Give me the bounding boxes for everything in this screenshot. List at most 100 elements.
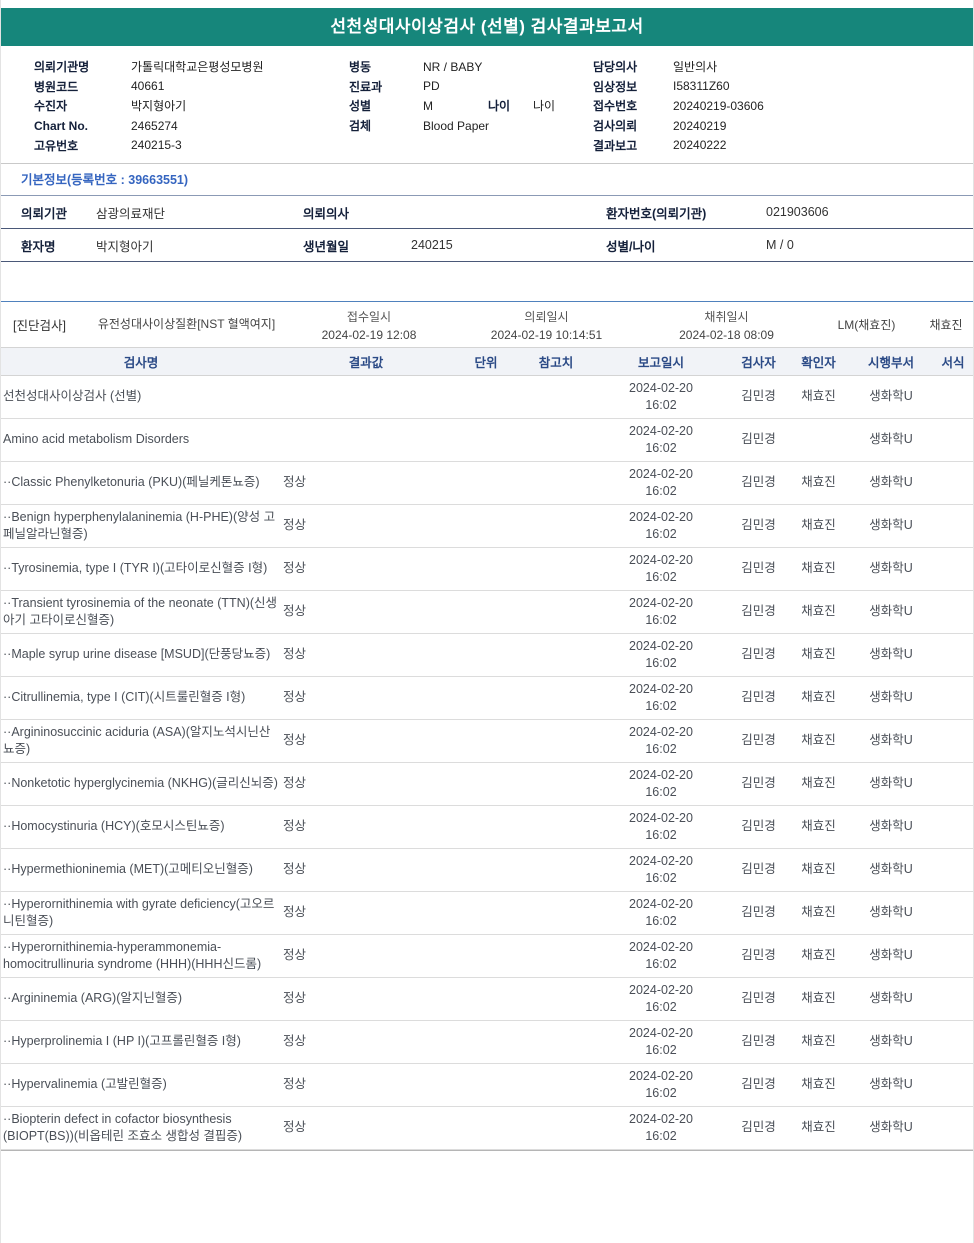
column-header-confirmer: 확인자 [786, 347, 851, 376]
unit-value [451, 977, 521, 1021]
table-row: ··Argininemia (ARG)(알지닌혈증) 정상 2024-02-20… [1, 977, 973, 1021]
unit-value [451, 418, 521, 462]
tester-name: 김민경 [731, 375, 786, 419]
form-cell [931, 547, 973, 591]
department-name: 생화학U [851, 633, 931, 677]
field-label: 임상정보 [593, 79, 638, 94]
field-value: 삼광의료재단 [96, 206, 166, 221]
test-name: ··Benign hyperphenylalaninemia (H-PHE)(양… [1, 504, 281, 548]
reference-value [521, 1063, 591, 1107]
department-name: 생화학U [851, 977, 931, 1021]
department-name: 생화학U [851, 504, 931, 548]
field-value: 일반의사 [673, 60, 718, 75]
tester-name: 김민경 [731, 762, 786, 806]
column-header-result: 결과값 [281, 347, 451, 376]
department-name: 생화학U [851, 1106, 931, 1150]
confirmer-name: 채효진 [786, 1106, 851, 1150]
results-table: 검사명 결과값 단위 참고치 보고일시 검사자 확인자 시행부서 서식 선천성대… [1, 347, 973, 1150]
tester-name: 김민경 [731, 719, 786, 763]
report-datetime-text: 2024-02-20 16:02 [629, 767, 693, 800]
reference-value [521, 977, 591, 1021]
confirmer-name: 채효진 [786, 590, 851, 634]
table-row: ··Benign hyperphenylalaninemia (H-PHE)(양… [1, 504, 973, 548]
department-name: 생화학U [851, 676, 931, 720]
patient-info-column-1: 의뢰기관명 가톨릭대학교은평성모병원 병원코드 40661 수진자 박지형아기 Cha… [34, 57, 263, 155]
reference-value [521, 1106, 591, 1150]
column-header-tester: 검사자 [731, 347, 786, 376]
tester-name: 김민경 [731, 891, 786, 935]
confirmer-name: 채효진 [786, 547, 851, 591]
confirmer-name: 채효진 [786, 848, 851, 892]
table-row: ··Hypervalinemia (고발린혈증) 정상 2024-02-20 1… [1, 1063, 973, 1107]
test-name: ··Classic Phenylketonuria (PKU)(페닐케톤뇨증) [1, 461, 281, 505]
field-value: 40661 [131, 79, 165, 94]
field-value: 박지형아기 [131, 99, 187, 114]
reference-value [521, 504, 591, 548]
department-name: 생화학U [851, 762, 931, 806]
report-datetime: 2024-02-20 16:02 [591, 1063, 731, 1107]
department-name: 생화학U [851, 848, 931, 892]
confirmer-name: 채효진 [786, 504, 851, 548]
table-row: ··Nonketotic hyperglycinemia (NKHG)(글리신뇌… [1, 762, 973, 806]
column-header-unit: 단위 [451, 347, 521, 376]
report-datetime-text: 2024-02-20 16:02 [629, 509, 693, 542]
result-value: 정상 [281, 762, 451, 806]
tester-name: 김민경 [731, 676, 786, 720]
report-datetime: 2024-02-20 16:02 [591, 590, 731, 634]
test-name: ··Hypervalinemia (고발린혈증) [1, 1063, 281, 1107]
form-cell [931, 848, 973, 892]
reference-value [521, 590, 591, 634]
report-datetime: 2024-02-20 16:02 [591, 762, 731, 806]
department-name: 생화학U [851, 891, 931, 935]
report-datetime: 2024-02-20 16:02 [591, 848, 731, 892]
department-name: 생화학U [851, 418, 931, 462]
report-datetime: 2024-02-20 16:02 [591, 805, 731, 849]
confirmer-name: 채효진 [786, 805, 851, 849]
patient-info-column-3: 담당의사 일반의사 임상정보 I58311Z60 접수번호 20240219-0360… [593, 57, 764, 155]
table-row: ··Homocystinuria (HCY)(호모시스틴뇨증) 정상 2024-… [1, 805, 973, 849]
collected-label: 채취일시 [704, 309, 749, 324]
report-datetime-text: 2024-02-20 16:02 [629, 939, 693, 972]
reference-value [521, 848, 591, 892]
results-body: 선천성대사이상검사 (선별) 2024-02-20 16:02 김민경 채효진 … [1, 375, 973, 1150]
report-datetime-text: 2024-02-20 16:02 [629, 982, 693, 1015]
basic-info-row: 환자명 박지형아기 생년월일 240215 성별/나이 M / 0 [1, 229, 973, 262]
form-cell [931, 504, 973, 548]
report-datetime: 2024-02-20 16:02 [591, 1020, 731, 1064]
form-cell [931, 1020, 973, 1064]
unit-value [451, 934, 521, 978]
field-label: 생년월일 [303, 239, 350, 254]
unit-value [451, 719, 521, 763]
test-name: ··Tyrosinemia, type I (TYR I)(고타이로신혈증 I형… [1, 547, 281, 591]
department-name: 생화학U [851, 719, 931, 763]
unit-value [451, 633, 521, 677]
confirmer-name: 채효진 [786, 1063, 851, 1107]
tester-name: 김민경 [731, 1063, 786, 1107]
report-title: 선천성대사이상검사 (선별) 검사결과보고서 [1, 8, 973, 46]
field-label: 고유번호 [34, 138, 79, 153]
table-row: 선천성대사이상검사 (선별) 2024-02-20 16:02 김민경 채효진 … [1, 375, 973, 419]
result-value: 정상 [281, 633, 451, 677]
report-datetime: 2024-02-20 16:02 [591, 977, 731, 1021]
test-name: 선천성대사이상검사 (선별) [1, 375, 281, 419]
field-label: 접수번호 [593, 99, 638, 114]
report-datetime: 2024-02-20 16:02 [591, 375, 731, 419]
department-name: 생화학U [851, 547, 931, 591]
confirmer-name: 채효진 [786, 375, 851, 419]
result-value: 정상 [281, 977, 451, 1021]
tester-name: 김민경 [731, 934, 786, 978]
field-value: NR / BABY [423, 59, 483, 74]
reference-value [521, 891, 591, 935]
reference-value [521, 719, 591, 763]
diagnosis-test-name: 유전성대사이상질환[NST 혈액여지] [97, 317, 276, 332]
unit-value [451, 762, 521, 806]
test-name: ··Citrullinemia, type I (CIT)(시트룰린혈증 I형) [1, 676, 281, 720]
requested-label: 의뢰일시 [524, 309, 569, 324]
field-value: 021903606 [766, 205, 829, 219]
confirmer-name: 채효진 [786, 1020, 851, 1064]
confirmer-name: 채효진 [786, 977, 851, 1021]
report-datetime-text: 2024-02-20 16:02 [629, 1068, 693, 1101]
tester-name: 김민경 [731, 461, 786, 505]
test-name: ··Hyperornithinemia with gyrate deficien… [1, 891, 281, 935]
